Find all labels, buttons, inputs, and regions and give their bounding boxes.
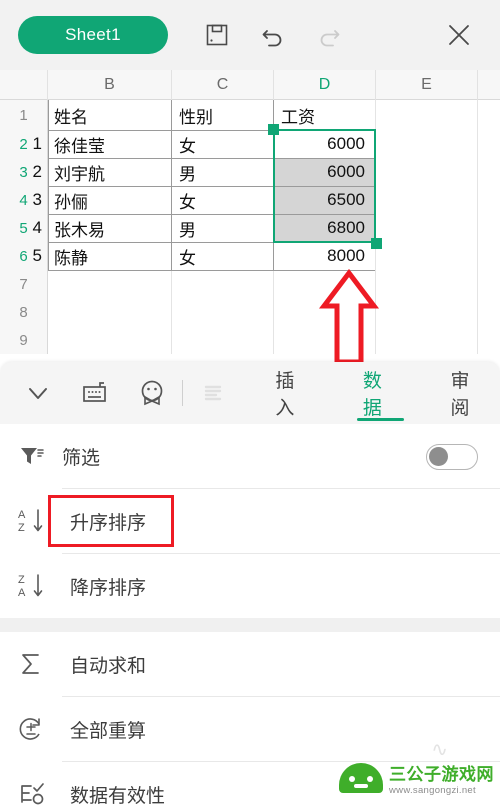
- cell-c5[interactable]: 男: [175, 214, 271, 242]
- sigma-sum-icon: [0, 632, 62, 696]
- filter-icon: [0, 424, 62, 488]
- robot-face-icon[interactable]: [127, 367, 176, 419]
- menu-item-autosum[interactable]: 自动求和: [0, 632, 500, 696]
- cell-b3[interactable]: 刘宇航: [50, 158, 169, 186]
- tabbar-divider: [181, 380, 183, 406]
- cell-b1[interactable]: 姓名: [50, 100, 169, 130]
- undo-icon[interactable]: [250, 12, 296, 58]
- sort-descending-icon: Z A: [0, 554, 62, 618]
- svg-text:A: A: [18, 509, 26, 521]
- menu-label-recalculate: 全部重算: [70, 720, 147, 742]
- cell-c3[interactable]: 男: [175, 158, 271, 186]
- ribbon-panel: 插入 数据 审阅 筛选 A Z 升序排序 Z A 降序排序 自动求和 全部重算 …: [0, 362, 500, 808]
- list-lines-icon: [189, 367, 238, 419]
- cell-a6[interactable]: 5: [2, 242, 46, 270]
- selection-handle-topleft[interactable]: [268, 124, 279, 135]
- redo-icon: [306, 12, 352, 58]
- menu-label-data-validation: 数据有效性: [70, 785, 166, 807]
- row-header-8[interactable]: 8: [0, 298, 48, 326]
- column-header-e[interactable]: E: [376, 70, 478, 100]
- watermark-site-name: 三公子游戏网: [389, 765, 494, 784]
- menu-item-filter[interactable]: 筛选: [0, 424, 500, 488]
- cell-b5[interactable]: 张木易: [50, 214, 169, 242]
- column-header-d[interactable]: D: [274, 70, 376, 100]
- close-icon[interactable]: [436, 12, 482, 58]
- cell-b4[interactable]: 孙俪: [50, 186, 169, 214]
- sheet-tab-sheet1[interactable]: Sheet1: [18, 16, 168, 54]
- selection-outline: [273, 129, 376, 243]
- menu-label-sort-descending: 降序排序: [70, 577, 147, 599]
- cell-c4[interactable]: 女: [175, 186, 271, 214]
- svg-text:Z: Z: [18, 522, 25, 534]
- svg-text:Z: Z: [18, 574, 25, 586]
- cell-b6[interactable]: 陈静: [50, 242, 169, 270]
- keyboard-icon[interactable]: [71, 367, 120, 419]
- tab-review[interactable]: 审阅: [436, 362, 500, 424]
- save-floppy-icon[interactable]: [194, 12, 240, 58]
- column-header-b[interactable]: B: [48, 70, 172, 100]
- column-header-a[interactable]: [0, 70, 48, 100]
- recalculate-icon: [0, 697, 62, 761]
- cell-a5[interactable]: 4: [2, 214, 46, 242]
- filter-toggle[interactable]: [426, 444, 478, 470]
- menu-label-autosum: 自动求和: [70, 655, 147, 677]
- red-arrow-annotation: [318, 268, 380, 369]
- row-header-1[interactable]: 1: [0, 100, 48, 130]
- grid-body[interactable]: 姓名 性别 工资 1 徐佳莹 女 6000 2 刘宇航 男 6000 3 孙俪 …: [33, 100, 500, 362]
- menu-label-filter: 筛选: [62, 447, 101, 469]
- sheet-tab-label: Sheet1: [65, 25, 121, 44]
- tab-insert[interactable]: 插入: [261, 362, 325, 424]
- column-header-row: B C D E: [0, 70, 500, 100]
- spreadsheet-area[interactable]: B C D E 1 2 3 4 5 6 7 8 9 姓名 性别 工资 1 徐佳莹…: [0, 70, 500, 362]
- cell-c1[interactable]: 性别: [175, 100, 271, 130]
- cell-d6[interactable]: 8000: [277, 242, 369, 270]
- sort-ascending-icon: A Z: [0, 489, 62, 553]
- selection-handle-bottomright[interactable]: [371, 238, 382, 249]
- menu-item-recalculate[interactable]: 全部重算: [0, 697, 500, 761]
- menu-item-sort-ascending[interactable]: A Z 升序排序: [0, 489, 500, 553]
- watermark-logo-icon: [339, 763, 383, 793]
- watermark-site-url: www.sangongzi.net: [389, 785, 476, 796]
- chevron-down-icon[interactable]: [14, 367, 63, 419]
- svg-text:A: A: [18, 587, 26, 599]
- cell-c6[interactable]: 女: [175, 242, 271, 270]
- cell-d1[interactable]: 工资: [277, 100, 373, 130]
- cell-c2[interactable]: 女: [175, 130, 271, 158]
- cell-a4[interactable]: 3: [2, 186, 46, 214]
- filter-toggle-knob: [429, 447, 448, 466]
- data-menu-list: 筛选 A Z 升序排序 Z A 降序排序 自动求和 全部重算 数据有效性: [0, 424, 500, 808]
- menu-label-sort-ascending: 升序排序: [70, 512, 147, 534]
- top-toolbar: Sheet1: [0, 0, 500, 70]
- wps-spreadsheet-screen: Sheet1 B C D E 1 2 3 4 5 6 7 8 9 姓名 性别 工…: [0, 0, 500, 808]
- watermark: 三公子游戏网 www.sangongzi.net: [339, 760, 494, 796]
- row-header-7[interactable]: 7: [0, 270, 48, 298]
- menu-item-sort-descending[interactable]: Z A 降序排序: [0, 554, 500, 618]
- tab-data[interactable]: 数据: [349, 362, 413, 424]
- column-header-c[interactable]: C: [172, 70, 274, 100]
- menu-group-gap: [0, 618, 500, 632]
- data-validation-icon: [0, 762, 62, 808]
- watermark-arc-decoration: ∿: [431, 739, 448, 761]
- cell-b2[interactable]: 徐佳莹: [50, 130, 169, 158]
- cell-a2[interactable]: 1: [2, 130, 46, 158]
- ribbon-tabbar: 插入 数据 审阅: [0, 362, 500, 424]
- row-header-9[interactable]: 9: [0, 326, 48, 354]
- cell-a3[interactable]: 2: [2, 158, 46, 186]
